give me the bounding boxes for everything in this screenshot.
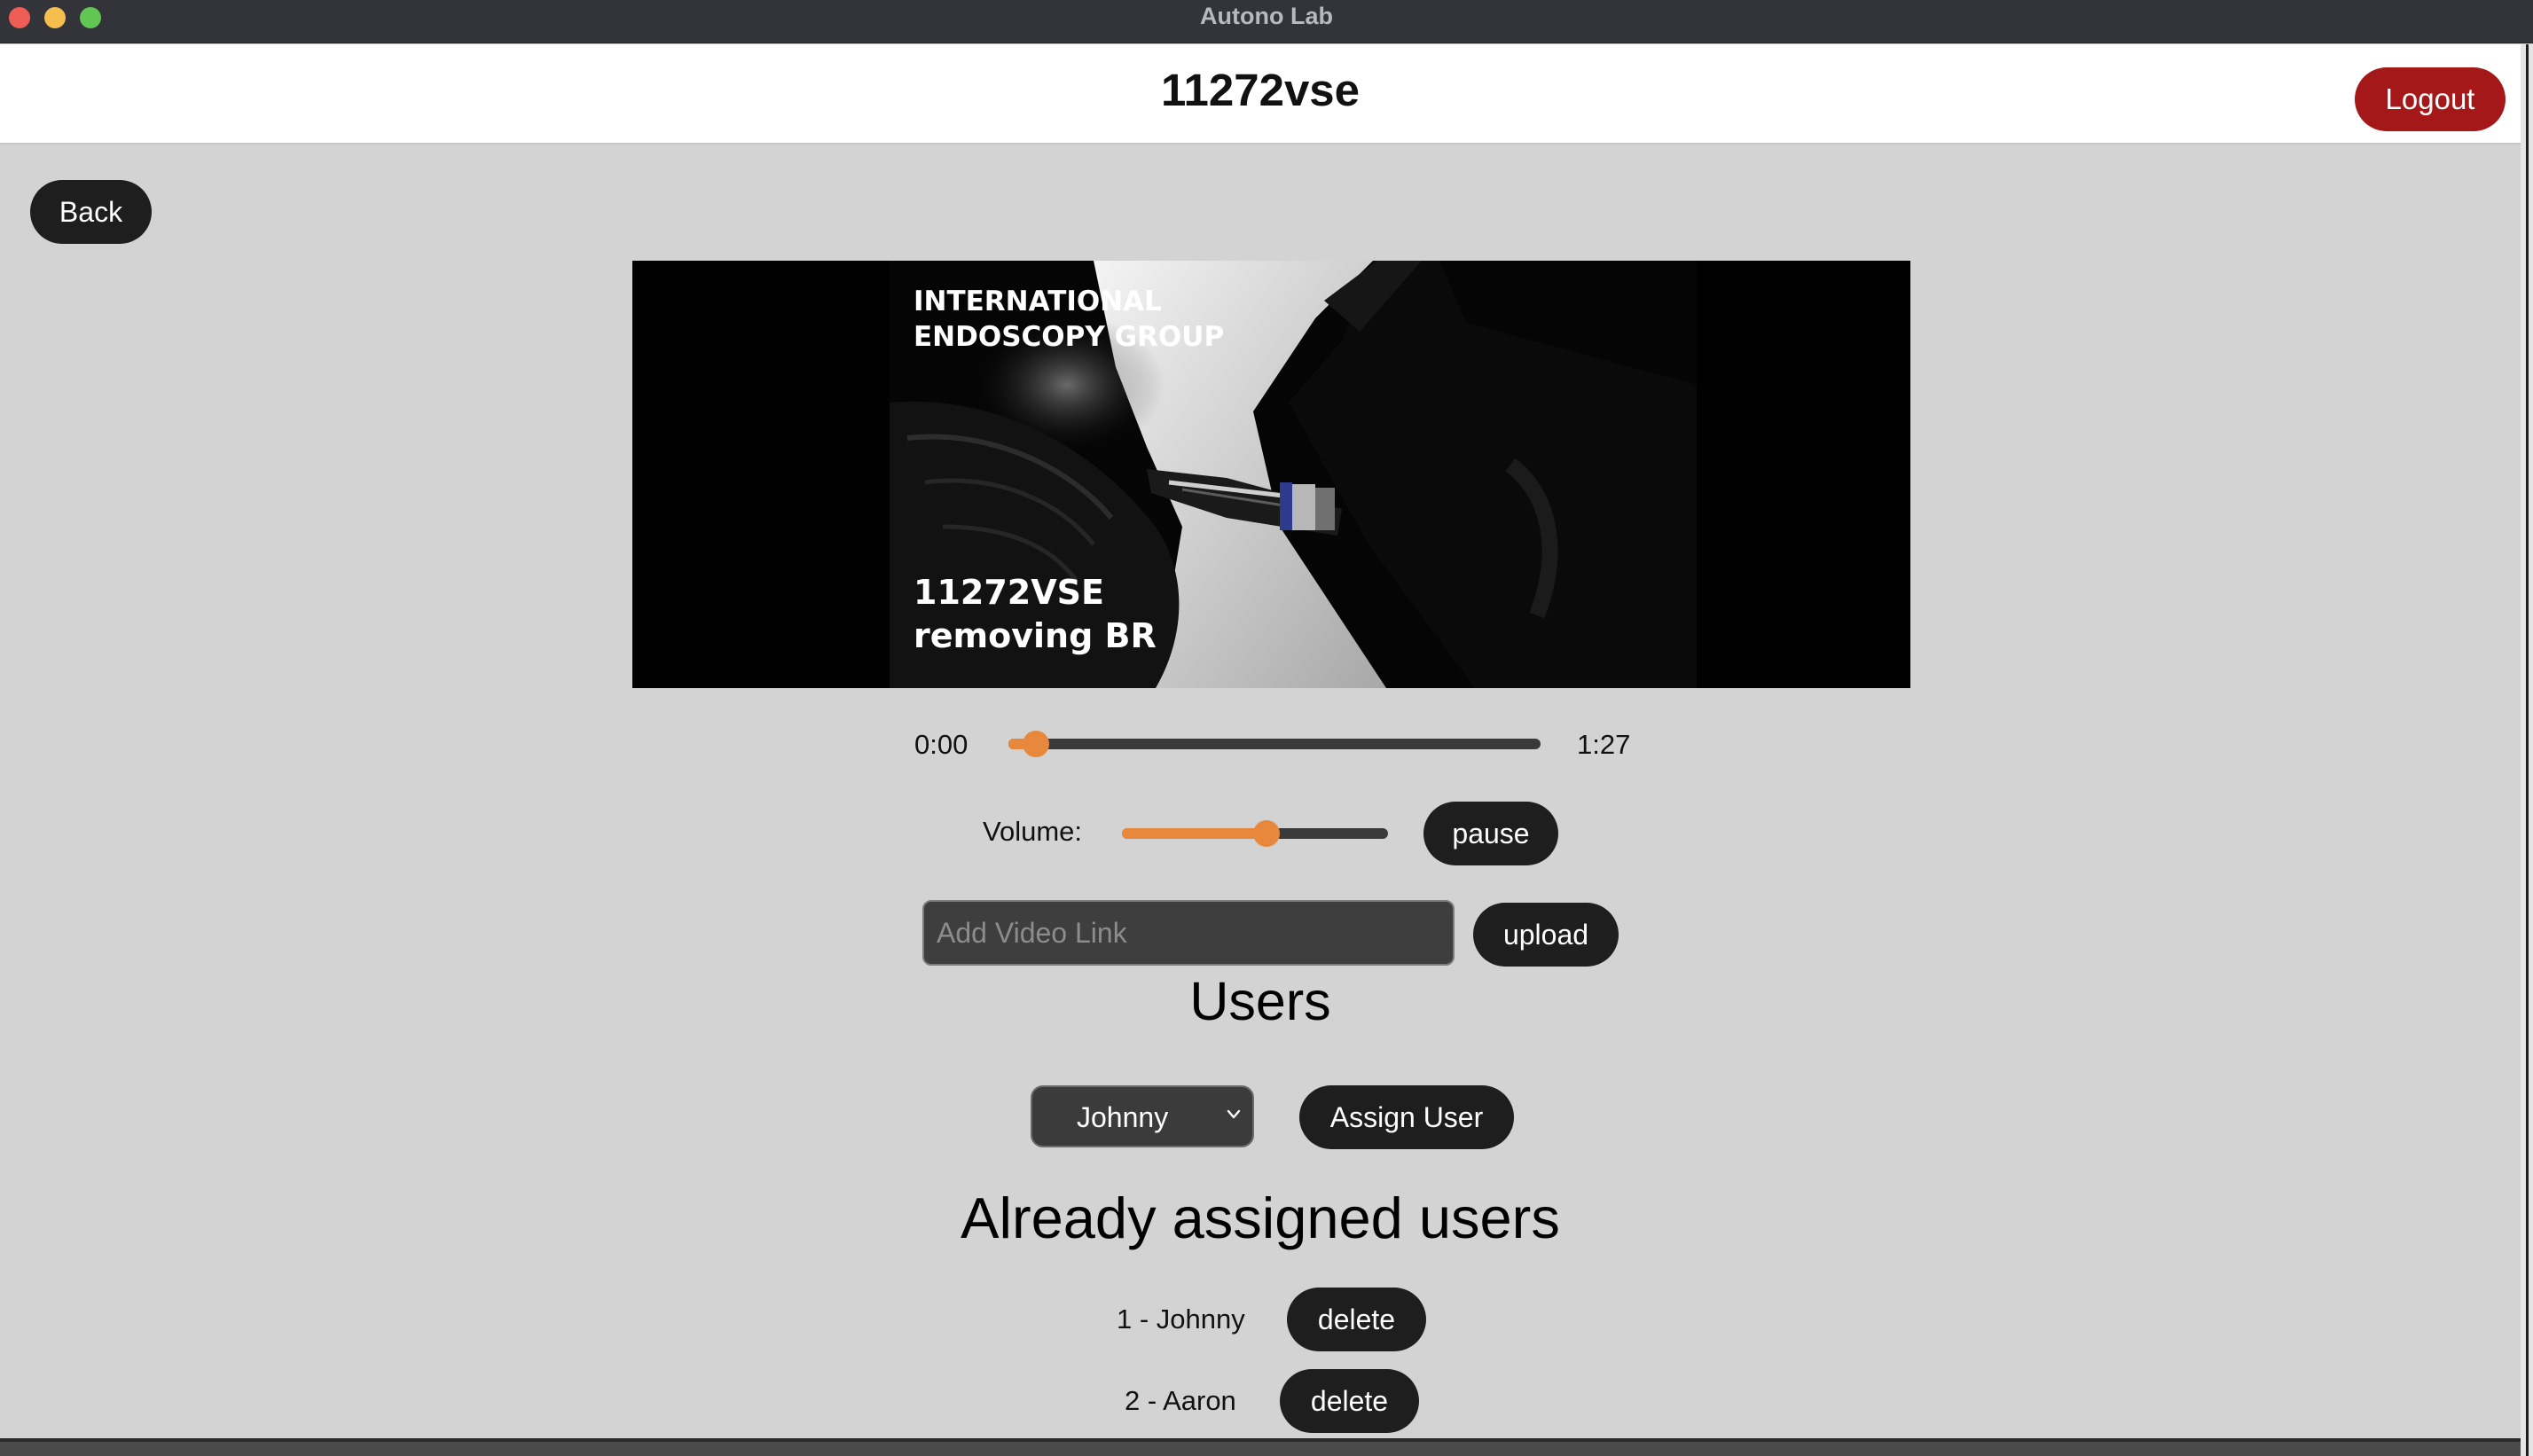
video-overlay-top: INTERNATIONAL ENDOSCOPY GROUP	[914, 284, 1224, 356]
window-titlebar: Autono Lab	[0, 0, 2533, 43]
current-time: 0:00	[914, 729, 968, 760]
video-overlay-top-line2: ENDOSCOPY GROUP	[914, 321, 1225, 354]
upload-button[interactable]: upload	[1473, 903, 1619, 967]
assign-user-button[interactable]: Assign User	[1299, 1085, 1514, 1149]
pause-button[interactable]: pause	[1423, 802, 1558, 865]
page-title: 11272vse	[1160, 65, 1361, 115]
app-header: 11272vse Logout	[0, 44, 2521, 145]
seek-slider[interactable]	[1008, 731, 1541, 757]
horizontal-scrollbar[interactable]	[0, 1438, 2521, 1456]
assigned-user-label: 1 - Johnny	[1117, 1303, 1245, 1335]
video-link-input[interactable]	[922, 900, 1455, 966]
users-heading: Users	[1189, 971, 1331, 1031]
volume-slider-thumb[interactable]	[1253, 820, 1280, 847]
user-select[interactable]: Johnny	[1031, 1085, 1254, 1147]
video-overlay-bottom: 11272VSE removing BR	[914, 571, 1157, 659]
user-select-value: Johnny	[1077, 1101, 1169, 1133]
video-overlay-top-line1: INTERNATIONAL	[914, 286, 1162, 317]
back-button[interactable]: Back	[30, 180, 152, 244]
delete-user-button[interactable]: delete	[1280, 1369, 1419, 1433]
window-right-edge	[2521, 44, 2533, 1456]
video-overlay-bottom-line2: removing BR	[914, 616, 1157, 656]
chevron-down-icon	[1227, 1109, 1241, 1119]
volume-label: Volume:	[983, 816, 1083, 847]
window-title: Autono Lab	[1200, 3, 1333, 29]
video-player[interactable]: INTERNATIONAL ENDOSCOPY GROUP 11272VSE r…	[632, 261, 1910, 688]
video-overlay-bottom-line1: 11272VSE	[914, 573, 1104, 612]
volume-slider[interactable]	[1122, 820, 1388, 847]
volume-slider-fill	[1122, 828, 1266, 839]
assigned-user-label: 2 - Aaron	[1125, 1385, 1236, 1416]
logout-button[interactable]: Logout	[2355, 67, 2506, 131]
delete-user-button[interactable]: delete	[1287, 1288, 1426, 1351]
duration-time: 1:27	[1577, 729, 1631, 760]
assigned-users-heading: Already assigned users	[961, 1186, 1560, 1250]
seek-slider-thumb[interactable]	[1023, 731, 1049, 757]
